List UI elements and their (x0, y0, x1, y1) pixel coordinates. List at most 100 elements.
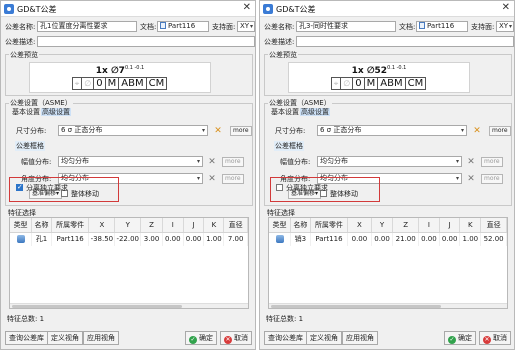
clear-icon[interactable]: ✕ (213, 126, 223, 136)
amp-select[interactable]: 均匀分布 ▾ (317, 156, 462, 167)
close-icon[interactable]: ✕ (243, 2, 251, 13)
clear-icon[interactable]: ✕ (207, 174, 217, 184)
name-label: 公差名称: (5, 23, 36, 31)
cancel-label: 取消 (234, 334, 248, 342)
col-j[interactable]: J (183, 218, 205, 233)
feature-count: 特征总数: 1 (266, 315, 304, 323)
col-part[interactable]: 所属零件 (51, 218, 90, 233)
tab-advanced[interactable]: 高级设置 (41, 108, 71, 116)
size-dist-select[interactable]: 6 σ 正态分布 ▾ (58, 125, 208, 136)
horizontal-scrollbar[interactable] (10, 303, 248, 308)
col-k[interactable]: K (459, 218, 482, 233)
support-label: 支持面: (212, 23, 236, 31)
col-i[interactable]: I (418, 218, 440, 233)
horizontal-scrollbar[interactable] (269, 303, 507, 308)
scrollbar-thumb[interactable] (271, 305, 441, 308)
apply-view-button[interactable]: 应用视角 (83, 331, 119, 345)
doc-field[interactable]: Part116 (416, 21, 468, 32)
col-type[interactable]: 类型 (269, 218, 292, 233)
col-diameter[interactable]: 直径 (223, 218, 248, 233)
col-diameter[interactable]: 直径 (480, 218, 507, 233)
col-x[interactable]: X (347, 218, 372, 233)
more-button[interactable]: more (481, 157, 503, 167)
size-dist-select[interactable]: 6 σ 正态分布 ▾ (317, 125, 467, 136)
feature-table: 类型 名称 所属零件 X Y Z I J K 直径 孔1 Part116 -38… (9, 217, 249, 309)
close-icon[interactable]: ✕ (502, 2, 510, 13)
cell-name: 销3 (290, 232, 311, 246)
col-name[interactable]: 名称 (31, 218, 52, 233)
cell-k: 1.00 (203, 232, 225, 246)
ok-button[interactable]: ✓ 确定 (185, 331, 217, 345)
clear-icon[interactable]: ✕ (466, 157, 476, 167)
clear-icon[interactable]: ✕ (466, 174, 476, 184)
desc-input[interactable] (296, 36, 514, 47)
support-select[interactable]: XY ▾ (237, 21, 255, 32)
support-select[interactable]: XY ▾ (496, 21, 514, 32)
table-row[interactable]: 孔1 Part116 -38.50 -22.00 3.00 0.00 0.00 … (10, 232, 248, 246)
tab-basic[interactable]: 基本设置 (270, 108, 300, 116)
tab-basic[interactable]: 基本设置 (11, 108, 41, 116)
ok-label: 确定 (199, 334, 213, 342)
desc-input[interactable] (37, 36, 255, 47)
cell-z: 21.00 (392, 232, 420, 246)
check-icon: ✓ (448, 336, 456, 344)
desc-label: 公差描述: (5, 38, 36, 46)
more-button[interactable]: more (230, 126, 252, 136)
more-button[interactable]: more (489, 126, 511, 136)
col-z[interactable]: Z (140, 218, 163, 233)
datum-secondary: CM (145, 77, 168, 90)
query-tolerance-button[interactable]: 查询公差库 (264, 331, 307, 345)
col-k[interactable]: K (203, 218, 225, 233)
cancel-label: 取消 (493, 334, 507, 342)
doc-field[interactable]: Part116 (157, 21, 209, 32)
more-button[interactable]: more (481, 174, 503, 184)
tab-advanced[interactable]: 高级设置 (300, 108, 330, 116)
ok-button[interactable]: ✓ 确定 (444, 331, 476, 345)
separate-checkbox[interactable] (276, 184, 283, 191)
doc-label: 文档: (140, 23, 157, 31)
cancel-button[interactable]: ✕ 取消 (220, 331, 252, 345)
scrollbar-thumb[interactable] (12, 305, 182, 308)
amp-value: 均匀分布 (320, 157, 348, 165)
col-x[interactable]: X (88, 218, 116, 233)
window-title: GD&T公差 (17, 5, 57, 14)
col-j[interactable]: J (439, 218, 461, 233)
preview-dimension-text: 1x ∅52 (351, 66, 388, 76)
col-part[interactable]: 所属零件 (310, 218, 349, 233)
col-i[interactable]: I (162, 218, 184, 233)
more-button[interactable]: more (222, 157, 244, 167)
col-y[interactable]: Y (114, 218, 142, 233)
datum-primary: ABM (118, 77, 147, 90)
cancel-button[interactable]: ✕ 取消 (479, 331, 511, 345)
support-label: 支持面: (471, 23, 495, 31)
clear-icon[interactable]: ✕ (207, 157, 217, 167)
query-tolerance-button[interactable]: 查询公差库 (5, 331, 48, 345)
amp-select[interactable]: 均匀分布 ▾ (58, 156, 203, 167)
tol-frame-title: 公差框格 (274, 141, 304, 151)
define-view-button[interactable]: 定义视角 (306, 331, 342, 345)
apply-view-button[interactable]: 应用视角 (342, 331, 378, 345)
chevron-down-icon: ▾ (455, 158, 459, 165)
separate-checkbox[interactable] (16, 183, 23, 191)
more-button[interactable]: more (222, 174, 244, 184)
col-name[interactable]: 名称 (290, 218, 311, 233)
cell-part: Part116 (310, 232, 349, 246)
material-modifier: M (104, 77, 120, 90)
define-view-button[interactable]: 定义视角 (47, 331, 83, 345)
clear-icon[interactable]: ✕ (472, 126, 482, 136)
name-input[interactable]: 孔1位置度分离性要求 (37, 21, 137, 32)
name-label: 公差名称: (264, 23, 295, 31)
cell-j: 0.00 (183, 232, 205, 246)
gdt-dialog-left: GD&T公差 ✕ 公差名称: 孔1位置度分离性要求 文档: Part116 支持… (0, 0, 256, 350)
ok-label: 确定 (458, 334, 472, 342)
col-type[interactable]: 类型 (10, 218, 33, 233)
cell-x: 0.00 (347, 232, 372, 246)
document-icon (160, 22, 166, 29)
name-input[interactable]: 孔3-同时性要求 (296, 21, 396, 32)
feature-table: 类型 名称 所属零件 X Y Z I J K 直径 销3 Part116 0.0… (268, 217, 508, 309)
col-z[interactable]: Z (392, 218, 420, 233)
table-row[interactable]: 销3 Part116 0.00 0.00 21.00 0.00 0.00 1.0… (269, 232, 507, 246)
preview-dimension: 1x ∅520.1 -0.1 (289, 65, 469, 76)
cell-part: Part116 (51, 232, 90, 246)
col-y[interactable]: Y (371, 218, 394, 233)
